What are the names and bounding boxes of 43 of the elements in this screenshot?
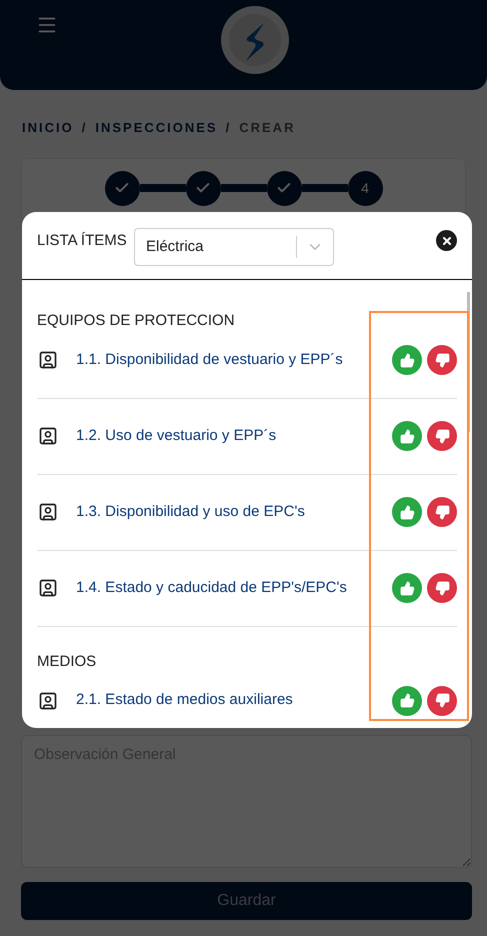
breadcrumb-link[interactable]: CREAR	[239, 118, 296, 138]
breadcrumb-separator: /	[226, 119, 232, 137]
section-title: MEDIOS	[37, 652, 98, 672]
item-label: 2.1. Estado de medios auxiliares	[76, 690, 294, 710]
thumbs-down-button[interactable]	[427, 421, 457, 451]
contact-card-icon	[38, 502, 58, 522]
thumbs-down-button[interactable]	[427, 686, 457, 716]
item-label: 1.4. Estado y caducidad de EPP's/EPC's	[76, 578, 348, 598]
thumbs-up-button[interactable]	[392, 573, 422, 603]
breadcrumb-separator: /	[82, 119, 88, 137]
thumbs-up-button[interactable]	[392, 345, 422, 375]
scrollbar-thumb[interactable]	[467, 292, 470, 432]
thumbs-up-button[interactable]	[392, 497, 422, 527]
thumbs-up-button[interactable]	[392, 686, 422, 716]
thumbs-down-button[interactable]	[427, 573, 457, 603]
thumbs-down-icon	[434, 504, 450, 520]
breadcrumb-link[interactable]: INSPECCIONES	[95, 118, 218, 138]
item-label: 1.1. Disponibilidad de vestuario y EPP´s	[76, 350, 344, 370]
modal-title: LISTA ÍTEMS	[37, 231, 128, 251]
thumbs-up-icon	[400, 693, 414, 708]
close-button[interactable]	[436, 230, 457, 251]
item-label: 1.2. Uso de vestuario y EPP´s	[76, 426, 278, 446]
contact-card-icon	[38, 426, 58, 446]
thumbs-up-icon	[400, 352, 414, 368]
contact-card-icon	[38, 690, 58, 710]
category-select[interactable]: Eléctrica	[134, 228, 334, 266]
thumbs-up-icon	[400, 428, 414, 444]
thumbs-down-icon	[434, 580, 450, 596]
thumbs-down-icon	[434, 352, 450, 368]
thumbs-down-button[interactable]	[427, 497, 457, 527]
logo-icon	[220, 5, 290, 75]
thumbs-up-button[interactable]	[392, 421, 422, 451]
thumbs-up-icon	[400, 580, 414, 596]
breadcrumb-link[interactable]: INICIO	[22, 118, 74, 138]
item-label: 1.3. Disponibilidad y uso de EPC's	[76, 502, 306, 522]
contact-card-icon	[38, 578, 58, 598]
section-title: EQUIPOS DE PROTECCION	[37, 311, 236, 331]
thumbs-up-icon	[400, 504, 414, 520]
thumbs-down-icon	[434, 428, 450, 444]
contact-card-icon	[38, 350, 58, 370]
close-icon	[440, 234, 452, 246]
thumbs-down-button[interactable]	[427, 345, 457, 375]
thumbs-down-icon	[434, 693, 450, 708]
